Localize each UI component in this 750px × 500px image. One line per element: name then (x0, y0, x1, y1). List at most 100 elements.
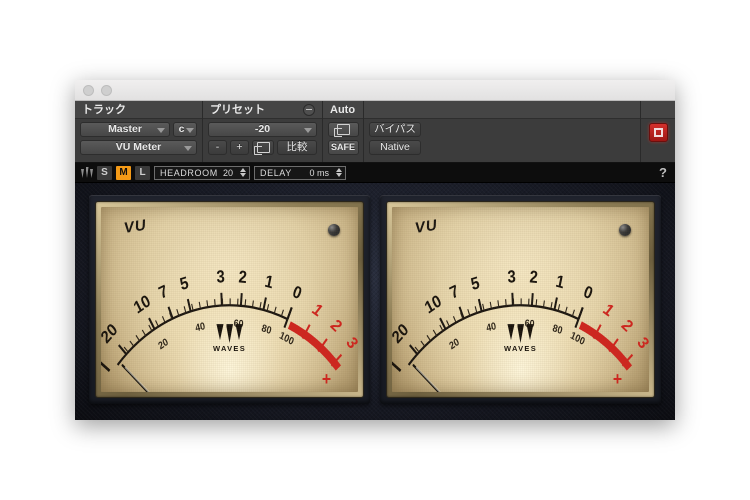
vu-meter-left[interactable]: VU 2010753210123+20406080100 WAVES (89, 195, 370, 404)
svg-text:3: 3 (507, 267, 516, 287)
track-name-dropdown[interactable]: Master (80, 122, 170, 137)
auto-section: Auto SAFE (323, 101, 364, 162)
track-channel-dropdown[interactable]: c (173, 122, 197, 137)
red-square-icon[interactable] (648, 123, 668, 142)
chevron-down-icon (304, 128, 312, 133)
headroom-label: HEADROOM (160, 167, 218, 178)
svg-text:0: 0 (290, 282, 304, 304)
brand-label: WAVES (503, 344, 538, 354)
waves-brand-logo: WAVES (504, 324, 537, 353)
size-button-l[interactable]: L (135, 165, 150, 180)
svg-text:1: 1 (263, 272, 275, 293)
svg-text:40: 40 (485, 321, 497, 335)
size-button-m[interactable]: M (116, 165, 131, 180)
mode-section-header (364, 101, 640, 119)
track-section-header: トラック (75, 101, 202, 119)
svg-text:2: 2 (618, 315, 636, 337)
svg-text:20: 20 (392, 320, 412, 347)
window-titlebar (75, 80, 675, 101)
svg-text:40: 40 (194, 321, 206, 335)
plugin-select-dropdown[interactable]: VU Meter (80, 140, 197, 155)
waves-brand-logo: WAVES (213, 324, 246, 353)
vu-meter-right[interactable]: VU 2010753210123+20406080100 WAVES (380, 195, 661, 404)
automation-icon (333, 124, 350, 137)
minus-icon (306, 109, 312, 110)
waves-logo-icon (81, 167, 93, 178)
svg-text:10: 10 (131, 291, 154, 317)
plugin-window: トラック Master c VU Meter プリセット -20 - + 比較 … (75, 80, 675, 420)
preset-menu-button[interactable] (303, 103, 315, 116)
copy-icon (253, 142, 270, 155)
svg-text:5: 5 (469, 273, 481, 294)
preset-copy-button[interactable] (252, 140, 274, 155)
indicator-section-header (641, 101, 675, 119)
svg-text:100: 100 (278, 330, 296, 348)
preset-section: プリセット -20 - + 比較 (203, 101, 323, 162)
meter-bezel: VU 2010753210123+20406080100 WAVES (96, 202, 363, 397)
svg-text:100: 100 (569, 330, 587, 348)
svg-text:80: 80 (260, 323, 272, 338)
plugin-header-bar: S M L HEADROOM 20 DELAY 0 ms ? (75, 163, 675, 183)
preset-compare-button[interactable]: 比較 (277, 140, 317, 155)
track-name-value: Master (108, 123, 142, 135)
preset-dropdown[interactable]: -20 (208, 122, 317, 137)
svg-text:80: 80 (551, 323, 563, 338)
brand-label: WAVES (212, 344, 247, 354)
svg-text:5: 5 (178, 273, 190, 294)
safe-button[interactable]: SAFE (327, 140, 359, 155)
svg-text:1: 1 (309, 299, 325, 321)
inner-square-icon (653, 128, 663, 137)
svg-text:2: 2 (327, 315, 345, 337)
preset-value: -20 (254, 123, 271, 135)
svg-text:20: 20 (448, 336, 462, 352)
size-button-s[interactable]: S (97, 165, 112, 180)
svg-text:2: 2 (238, 267, 248, 287)
meter-scale: 2010753210123+20406080100 (101, 267, 358, 392)
delay-value: 0 ms (309, 167, 329, 178)
headroom-stepper[interactable] (240, 168, 246, 177)
bypass-button[interactable]: バイパス (369, 122, 421, 137)
mode-section: バイパス Native (364, 101, 641, 162)
automation-button[interactable] (327, 122, 359, 137)
svg-text:3: 3 (634, 333, 649, 353)
svg-text:2: 2 (529, 267, 539, 287)
meter-face: VU 2010753210123+20406080100 WAVES (392, 207, 649, 392)
svg-text:7: 7 (156, 281, 170, 303)
preset-section-header: プリセット (203, 101, 322, 119)
preset-next-button[interactable]: + (230, 140, 249, 155)
meter-bezel: VU 2010753210123+20406080100 WAVES (387, 202, 654, 397)
vu-meter-panel: VU 2010753210123+20406080100 WAVES VU 20… (75, 183, 675, 420)
svg-text:0: 0 (581, 282, 595, 304)
delay-field[interactable]: DELAY 0 ms (254, 165, 346, 180)
window-minimize-button[interactable] (101, 84, 112, 96)
track-channel-value: c (178, 123, 185, 135)
auto-section-header: Auto (323, 101, 363, 119)
headroom-field[interactable]: HEADROOM 20 (154, 165, 250, 180)
indicator-section (641, 101, 675, 162)
preset-prev-button[interactable]: - (208, 140, 227, 155)
delay-label: DELAY (260, 167, 292, 178)
meter-face: VU 2010753210123+20406080100 WAVES (101, 207, 358, 392)
chevron-down-icon (157, 128, 165, 133)
svg-text:10: 10 (422, 291, 445, 317)
native-button[interactable]: Native (369, 140, 421, 155)
delay-stepper[interactable] (336, 168, 342, 177)
svg-text:20: 20 (101, 320, 121, 347)
track-section: トラック Master c VU Meter (75, 101, 203, 162)
help-button[interactable]: ? (659, 165, 669, 180)
chevron-down-icon (186, 128, 194, 133)
headroom-value: 20 (222, 167, 233, 178)
preset-header-label: プリセット (210, 103, 265, 116)
svg-text:+: + (322, 368, 331, 389)
svg-text:1: 1 (600, 299, 616, 321)
window-close-button[interactable] (83, 84, 94, 96)
svg-text:+: + (613, 368, 622, 389)
chevron-down-icon (184, 146, 192, 151)
svg-text:3: 3 (216, 267, 225, 287)
host-toolbar: トラック Master c VU Meter プリセット -20 - + 比較 … (75, 101, 675, 163)
svg-text:20: 20 (157, 336, 171, 352)
plugin-select-value: VU Meter (115, 141, 162, 153)
meter-scale: 2010753210123+20406080100 (392, 267, 649, 392)
svg-text:3: 3 (343, 333, 358, 353)
svg-text:7: 7 (447, 281, 461, 303)
